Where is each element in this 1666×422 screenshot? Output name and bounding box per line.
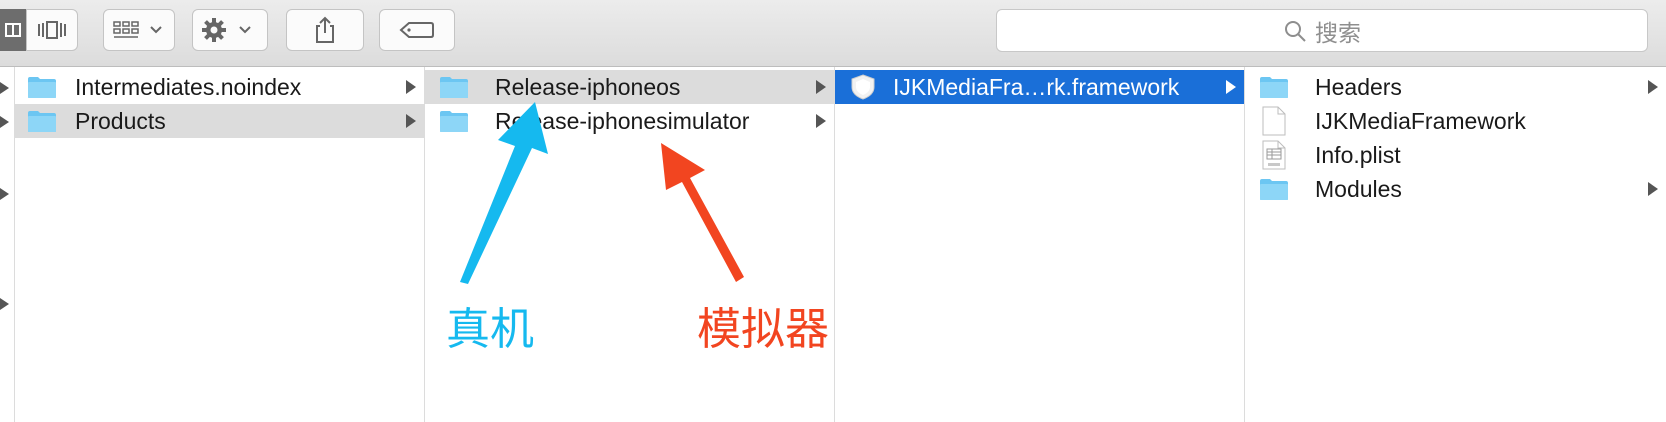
- device-arrow: [460, 102, 548, 284]
- annotation-arrows: [460, 102, 744, 284]
- simulator-annotation-label: 模拟器: [697, 304, 829, 355]
- simulator-arrow: [661, 143, 744, 282]
- device-annotation-label: 真机: [446, 304, 534, 355]
